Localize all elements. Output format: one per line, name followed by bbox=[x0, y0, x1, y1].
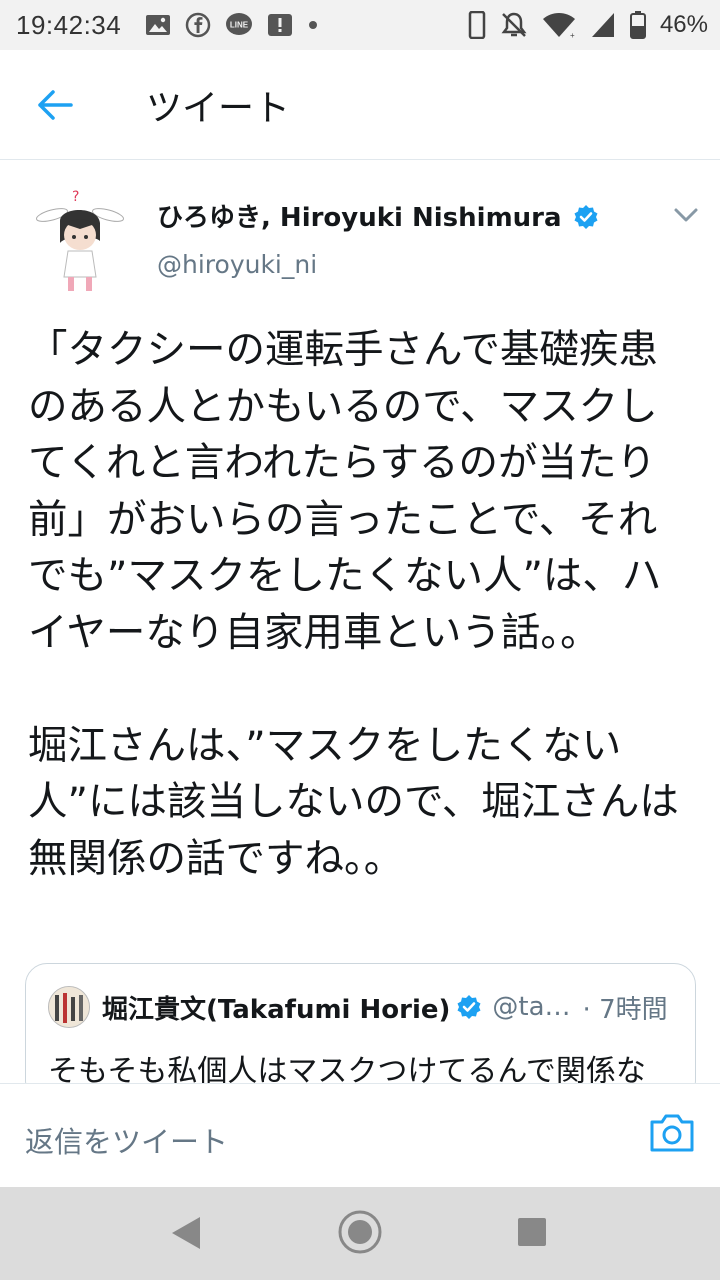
image-icon bbox=[146, 15, 171, 35]
camera-button[interactable] bbox=[648, 1112, 696, 1154]
author-handle[interactable]: @hiroyuki_ni bbox=[157, 250, 317, 279]
battery-percentage: 46% bbox=[659, 11, 708, 38]
wifi-icon: + bbox=[542, 13, 575, 39]
dot-icon bbox=[309, 21, 318, 29]
reply-bar: 返信をツイート bbox=[0, 1083, 720, 1187]
signal-icon bbox=[591, 13, 614, 37]
line-icon: LINE bbox=[226, 13, 253, 35]
system-nav-bar bbox=[0, 1187, 720, 1280]
author-name-row: ひろゆき, Hiroyuki Nishimura bbox=[157, 197, 599, 234]
system-icons: + 46% bbox=[468, 11, 708, 39]
svg-text:LINE: LINE bbox=[230, 21, 249, 30]
tweet-menu-button[interactable] bbox=[668, 200, 704, 234]
camera-icon bbox=[650, 1114, 694, 1152]
author-name[interactable]: ひろゆき, Hiroyuki Nishimura bbox=[157, 203, 562, 233]
quoted-author-handle: @ta… bbox=[492, 992, 571, 1022]
svg-text:+: + bbox=[570, 31, 575, 39]
status-time: 19:42:34 bbox=[16, 9, 122, 40]
phone-icon bbox=[468, 11, 486, 39]
tweet-avatar[interactable]: ? bbox=[30, 185, 130, 295]
chevron-down-icon bbox=[674, 208, 698, 222]
quoted-avatar-image bbox=[49, 987, 89, 1027]
quoted-verified-badge-icon bbox=[457, 995, 481, 1019]
mute-icon bbox=[501, 12, 527, 37]
app-bar: ツイート bbox=[0, 50, 720, 160]
home-circle-icon bbox=[338, 1210, 382, 1254]
quoted-tweet-card[interactable]: 堀江貴文(Takafumi Horie) @ta… · 7時間 そもそも私個人は… bbox=[25, 963, 696, 1103]
reply-input[interactable]: 返信をツイート bbox=[25, 1119, 228, 1161]
verified-badge-icon bbox=[574, 205, 598, 229]
back-triangle-icon bbox=[172, 1217, 200, 1249]
quoted-tweet-time: · 7時間 bbox=[582, 994, 668, 1025]
facebook-icon bbox=[185, 12, 211, 38]
notification-icons: LINE bbox=[145, 12, 319, 38]
quoted-avatar bbox=[48, 986, 90, 1028]
arrow-left-icon bbox=[38, 89, 73, 120]
page-title: ツイート bbox=[146, 87, 291, 129]
nav-recents-button[interactable] bbox=[516, 1216, 548, 1252]
nav-home-button[interactable] bbox=[337, 1209, 383, 1259]
nav-back-button[interactable] bbox=[168, 1213, 204, 1257]
alert-icon bbox=[268, 14, 293, 36]
back-button[interactable] bbox=[0, 50, 110, 160]
recents-square-icon bbox=[518, 1218, 546, 1246]
avatar-image: ? bbox=[35, 189, 125, 291]
battery-icon bbox=[629, 11, 646, 39]
tweet-text: 「タクシーの運転手さんで基礎疾患のある人とかもいるので、マスクしてくれと言われた… bbox=[28, 327, 679, 882]
quoted-tweet-header: 堀江貴文(Takafumi Horie) @ta… · 7時間 bbox=[48, 986, 678, 1028]
status-bar: 19:42:34 LINE + 46% bbox=[0, 0, 720, 50]
quoted-author-name: 堀江貴文(Takafumi Horie) bbox=[102, 994, 451, 1025]
svg-text:?: ? bbox=[72, 189, 79, 205]
